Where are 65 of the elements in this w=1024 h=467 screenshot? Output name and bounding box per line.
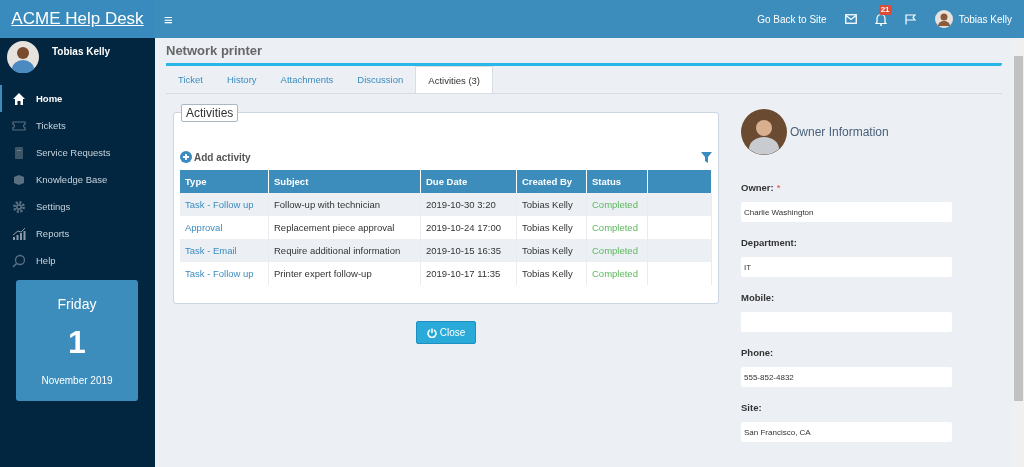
sidebar-user-name: Tobias Kelly (52, 46, 111, 57)
owner-title: Owner Information (790, 125, 889, 139)
mail-icon[interactable] (844, 14, 857, 24)
plus-icon (180, 151, 192, 163)
add-activity-link[interactable]: Add activity (180, 151, 251, 163)
table-cell: Printer expert follow-up (268, 262, 421, 285)
sidebar-item[interactable]: Reports (0, 220, 155, 247)
user-name[interactable]: Tobias Kelly (958, 13, 1012, 25)
field-label: Owner: (741, 182, 774, 193)
flag-icon[interactable] (904, 13, 917, 25)
field-label: Department: (741, 237, 797, 248)
sidebar-item[interactable]: Service Requests (0, 139, 155, 166)
input-field[interactable]: 555-852-4832 (741, 367, 952, 387)
back-to-site-link[interactable]: Go Back to Site (757, 13, 827, 25)
power-icon (426, 327, 437, 338)
column-header: Type (180, 170, 269, 193)
required-mark: * (776, 182, 781, 193)
month-year: November 2019 (41, 375, 113, 386)
gear-icon (12, 199, 26, 214)
ticket-icon (12, 118, 26, 133)
table-cell: Completed (586, 239, 648, 262)
column-header: Due Date (420, 170, 517, 193)
weekday: Friday (57, 296, 97, 312)
input-field[interactable]: San Francisco, CA (741, 422, 952, 442)
menu-button[interactable]: ≡ (160, 10, 177, 28)
chart-icon (12, 226, 26, 241)
column-header: Created By (516, 170, 587, 193)
panel-legend: Activities (181, 104, 239, 122)
table-cell: Tobias Kelly (516, 262, 587, 285)
filter-icon[interactable] (701, 151, 712, 163)
sidebar-item[interactable]: Settings (0, 193, 155, 220)
table-cell: Completed (586, 262, 648, 285)
owner-avatar (741, 109, 787, 155)
type-link[interactable]: Task - Follow up (180, 262, 269, 285)
field-label: Phone: (741, 347, 774, 358)
input-field[interactable]: IT (741, 257, 952, 277)
home-icon (12, 91, 26, 106)
tab[interactable]: Activities (3) (415, 66, 494, 93)
brand-link[interactable]: ACME Help Desk (11, 9, 144, 29)
input-field[interactable]: Charlie Washington (741, 202, 952, 222)
table-cell: Completed (586, 193, 648, 216)
sidebar-item[interactable]: Tickets (0, 112, 155, 139)
table-cell: 2019-10-30 3:20 (420, 193, 517, 216)
scrollbar[interactable] (1012, 38, 1024, 467)
page-title: Network printer (166, 43, 1002, 66)
table-cell: Follow-up with technician (268, 193, 421, 216)
help-icon (12, 253, 26, 268)
table-cell: Require additional information (268, 239, 421, 262)
sidebar-item[interactable]: Help (0, 247, 155, 274)
column-header: Status (586, 170, 648, 193)
field-label: Site: (741, 402, 762, 413)
doc-icon (12, 145, 26, 160)
sidebar-item[interactable]: Home (0, 85, 155, 112)
sidebar-item[interactable]: Knowledge Base (0, 166, 155, 193)
table-cell: Tobias Kelly (516, 239, 587, 262)
column-header: Subject (268, 170, 421, 193)
bell-icon[interactable] (874, 12, 887, 26)
notification-badge: 21 (878, 4, 892, 15)
user-avatar[interactable] (934, 10, 953, 28)
field-label: Mobile: (741, 292, 775, 303)
table-cell: 2019-10-17 11:35 (420, 262, 517, 285)
user-avatar (7, 41, 39, 73)
table-cell: Tobias Kelly (516, 193, 587, 216)
day-number: 1 (68, 324, 86, 361)
table-cell: 2019-10-15 16:35 (420, 239, 517, 262)
